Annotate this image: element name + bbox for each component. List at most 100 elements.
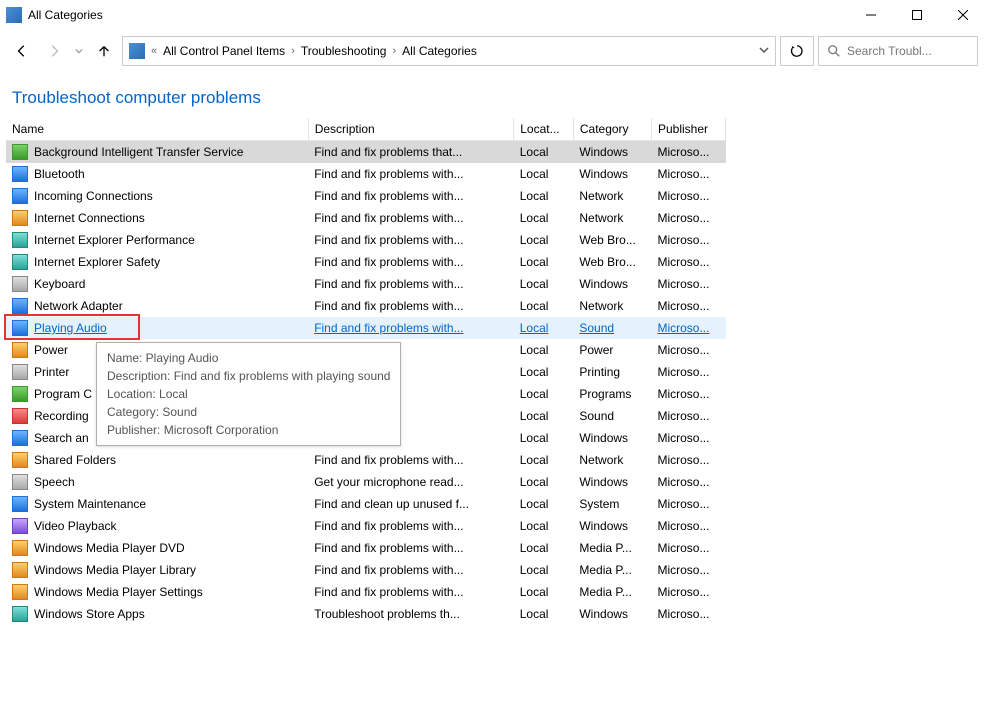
maximize-button[interactable] (894, 0, 940, 30)
troubleshooter-category: Sound (573, 405, 651, 427)
troubleshooter-location: Local (514, 295, 574, 317)
minimize-button[interactable] (848, 0, 894, 30)
table-row[interactable]: System Maintenance Find and clean up unus… (6, 493, 726, 515)
troubleshooter-desc: Find and fix problems with... (308, 207, 514, 229)
troubleshooter-category: Windows (573, 273, 651, 295)
table-row[interactable]: Shared FoldersFind and fix problems with… (6, 449, 726, 471)
troubleshooter-location: Local (514, 559, 574, 581)
troubleshooter-category: Windows (573, 471, 651, 493)
table-row[interactable]: Windows Media Player SettingsFind and fi… (6, 581, 726, 603)
table-row[interactable]: Incoming ConnectionsFind and fix problem… (6, 185, 726, 207)
troubleshooter-publisher: Microso... (651, 229, 725, 251)
troubleshooter-location: Local (514, 405, 574, 427)
troubleshooter-publisher: Microso... (651, 185, 725, 207)
table-row[interactable]: Windows Media Player DVDFind and fix pro… (6, 537, 726, 559)
troubleshooter-icon (12, 364, 28, 380)
tooltip-line: Category: Sound (107, 403, 390, 421)
troubleshooter-publisher: Microso... (651, 449, 725, 471)
troubleshooter-location: Local (514, 339, 574, 361)
troubleshooter-icon (12, 166, 28, 182)
search-box[interactable]: Search Troubl... (818, 36, 978, 66)
breadcrumb-item[interactable]: Troubleshooting (301, 44, 387, 58)
troubleshooter-category: Programs (573, 383, 651, 405)
troubleshooter-location: Local (514, 273, 574, 295)
troubleshooter-desc: Find and fix problems that... (308, 141, 514, 164)
troubleshooter-publisher: Microso... (651, 361, 725, 383)
col-publisher[interactable]: Publisher (651, 118, 725, 141)
troubleshooter-location: Local (514, 141, 574, 164)
chevron-right-icon: › (390, 45, 398, 57)
breadcrumb-item[interactable]: All Categories (402, 44, 477, 58)
troubleshooter-icon (12, 188, 28, 204)
window-title: All Categories (28, 8, 103, 22)
troubleshooter-category: Windows (573, 427, 651, 449)
recent-locations-dropdown[interactable] (72, 37, 86, 65)
up-button[interactable] (90, 37, 118, 65)
back-button[interactable] (8, 37, 36, 65)
table-row[interactable]: Internet ConnectionsFind and fix problem… (6, 207, 726, 229)
forward-button[interactable] (40, 37, 68, 65)
table-row[interactable]: Windows Media Player LibraryFind and fix… (6, 559, 726, 581)
col-category[interactable]: Category (573, 118, 651, 141)
table-row[interactable]: Internet Explorer SafetyFind and fix pro… (6, 251, 726, 273)
troubleshooter-icon (12, 298, 28, 314)
tooltip-line: Publisher: Microsoft Corporation (107, 421, 390, 439)
search-placeholder: Search Troubl... (847, 44, 932, 58)
troubleshooter-publisher: Microso... (651, 515, 725, 537)
troubleshooter-publisher: Microso... (651, 581, 725, 603)
col-name[interactable]: Name (6, 118, 308, 141)
troubleshooter-location: Local (514, 383, 574, 405)
troubleshooter-publisher: Microso... (651, 339, 725, 361)
troubleshooter-name: Printer (34, 365, 69, 379)
address-dropdown[interactable] (759, 44, 769, 58)
troubleshooter-name: Power (34, 343, 68, 357)
table-row[interactable]: Network AdapterFind and fix problems wit… (6, 295, 726, 317)
page-title: Troubleshoot computer problems (0, 72, 986, 118)
col-description[interactable]: Description (308, 118, 514, 141)
troubleshooter-location: Local (514, 515, 574, 537)
troubleshooter-publisher: Microso... (651, 251, 725, 273)
troubleshooter-publisher: Microso... (651, 273, 725, 295)
table-row[interactable]: KeyboardFind and fix problems with...Loc… (6, 273, 726, 295)
table-row[interactable]: SpeechGet your microphone read...LocalWi… (6, 471, 726, 493)
breadcrumb-item[interactable]: All Control Panel Items (163, 44, 285, 58)
address-bar[interactable]: « All Control Panel Items › Troubleshoot… (122, 36, 776, 66)
troubleshooter-publisher: Microso... (651, 427, 725, 449)
table-row[interactable]: Windows Store AppsTroubleshoot problems … (6, 603, 726, 625)
refresh-button[interactable] (780, 36, 814, 66)
col-location[interactable]: Locat... (514, 118, 574, 141)
troubleshooter-desc: Find and fix problems with... (308, 251, 514, 273)
troubleshooter-location: Local (514, 317, 574, 339)
table-row[interactable]: BluetoothFind and fix problems with...Lo… (6, 163, 726, 185)
table-row[interactable]: Background Intelligent Transfer ServiceF… (6, 141, 726, 164)
close-button[interactable] (940, 0, 986, 30)
troubleshooter-location: Local (514, 603, 574, 625)
troubleshooter-icon (12, 276, 28, 292)
troubleshooter-desc: Find and fix problems with... (308, 515, 514, 537)
troubleshooter-desc: Find and fix problems with... (308, 229, 514, 251)
chevron-right-icon: › (289, 45, 297, 57)
troubleshooter-icon (12, 584, 28, 600)
troubleshooter-location: Local (514, 229, 574, 251)
troubleshooter-category: Media P... (573, 537, 651, 559)
troubleshooter-location: Local (514, 581, 574, 603)
troubleshooter-location: Local (514, 493, 574, 515)
troubleshooter-publisher: Microso... (651, 383, 725, 405)
troubleshooter-desc: Find and fix problems with... (308, 559, 514, 581)
table-row[interactable]: Video PlaybackFind and fix problems with… (6, 515, 726, 537)
tooltip-line: Location: Local (107, 385, 390, 403)
troubleshooter-name: Recording (34, 409, 89, 423)
troubleshooter-name: System Maintenance (34, 497, 146, 511)
troubleshooter-name: Windows Media Player Settings (34, 585, 203, 599)
troubleshooter-name: Search an (34, 431, 89, 445)
troubleshooter-category: Media P... (573, 559, 651, 581)
troubleshooter-name: Speech (34, 475, 75, 489)
troubleshooter-icon (12, 540, 28, 556)
troubleshooter-desc: Find and clean up unused f... (308, 493, 514, 515)
troubleshooter-publisher: Microso... (651, 317, 725, 339)
table-row[interactable]: Internet Explorer PerformanceFind and fi… (6, 229, 726, 251)
troubleshooter-category: Windows (573, 141, 651, 164)
breadcrumb-overflow[interactable]: « (149, 45, 159, 57)
table-row[interactable]: Playing AudioFind and fix problems with.… (6, 317, 726, 339)
troubleshooter-publisher: Microso... (651, 471, 725, 493)
